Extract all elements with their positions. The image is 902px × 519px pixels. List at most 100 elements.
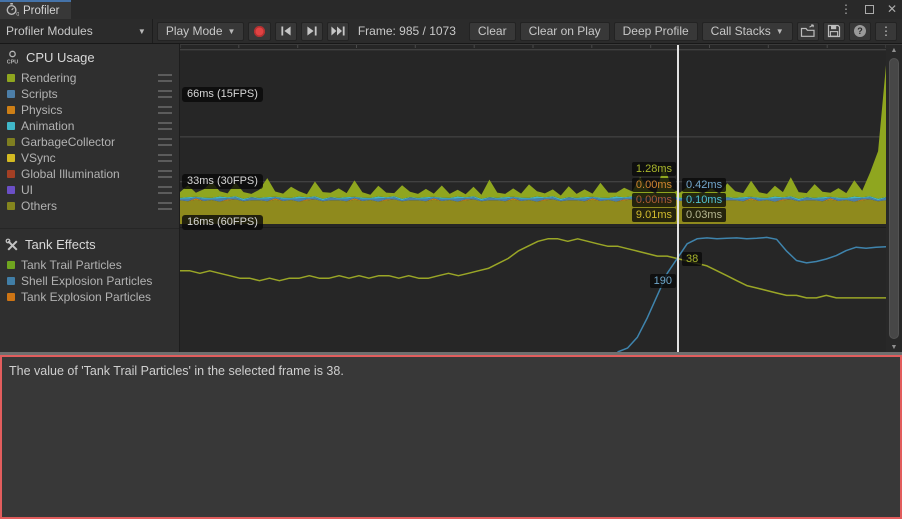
charts-scrollbar[interactable]: ▲ ▼	[886, 45, 902, 353]
legend-item-ui[interactable]: UI	[0, 182, 179, 198]
legend-color-swatch	[7, 170, 15, 178]
svg-text:?: ?	[857, 26, 863, 36]
record-button[interactable]	[248, 22, 270, 41]
drag-handle-icon[interactable]	[158, 90, 172, 98]
module-header-tank-effects: Tank Effects	[0, 231, 179, 257]
legend-color-swatch	[7, 261, 15, 269]
frame-counter: Frame: 985 / 1073	[349, 24, 465, 38]
drag-handle-icon[interactable]	[158, 154, 172, 162]
tooltip-shell-explosion-value: 190	[650, 274, 676, 288]
legend-item-label: Shell Explosion Particles	[21, 274, 152, 288]
tab-label: Profiler	[23, 5, 59, 17]
legend-item-garbagecollector[interactable]: GarbageCollector	[0, 134, 179, 150]
save-profile-button[interactable]	[823, 22, 845, 41]
previous-frame-button[interactable]	[275, 22, 297, 41]
legend-color-swatch	[7, 293, 15, 301]
tooltip-scripts-value: 0.42ms	[682, 178, 726, 192]
help-icon: ?	[853, 24, 867, 38]
current-frame-button[interactable]	[327, 22, 349, 41]
profiler-modules-label: Profiler Modules	[6, 24, 93, 38]
legend-color-swatch	[7, 277, 15, 285]
legend-item-shell-explosion-particles[interactable]: Shell Explosion Particles	[0, 273, 179, 289]
legend-item-label: VSync	[21, 151, 56, 165]
legend-item-animation[interactable]: Animation	[0, 118, 179, 134]
toolbar-menu-button[interactable]: ⋮	[875, 22, 897, 41]
drag-handle-icon[interactable]	[158, 138, 172, 146]
tank-effects-chart[interactable]	[180, 228, 886, 353]
legend-item-label: Tank Trail Particles	[21, 258, 122, 272]
legend-item-label: Tank Explosion Particles	[21, 290, 151, 304]
legend-color-swatch	[7, 202, 15, 210]
legend-item-scripts[interactable]: Scripts	[0, 86, 179, 102]
legend-item-label: Others	[21, 199, 57, 213]
legend-item-label: GarbageCollector	[21, 135, 115, 149]
legend-item-vsync[interactable]: VSync	[0, 150, 179, 166]
gridline-label-33ms: 33ms (30FPS)	[182, 174, 263, 189]
drag-handle-icon[interactable]	[158, 170, 172, 178]
help-button[interactable]: ?	[849, 22, 871, 41]
gridline-label-16ms: 16ms (60FPS)	[182, 215, 263, 230]
save-icon	[827, 24, 841, 38]
tooltip-vsync-value: 9.01ms	[632, 208, 676, 222]
cpu-icon: CPU	[5, 50, 20, 65]
legend-item-physics[interactable]: Physics	[0, 102, 179, 118]
tooltip-physics-value: 0.00ms	[632, 178, 676, 192]
drag-handle-icon[interactable]	[158, 74, 172, 82]
drag-handle-icon[interactable]	[158, 186, 172, 194]
module-header-cpu-usage: CPU CPU Usage	[0, 44, 179, 70]
call-stacks-dropdown[interactable]: Call Stacks ▼	[702, 22, 793, 41]
profiler-modules-dropdown[interactable]: Profiler Modules ▼	[0, 19, 153, 43]
play-mode-dropdown[interactable]: Play Mode ▼	[157, 22, 245, 41]
scroll-down-icon[interactable]: ▼	[886, 344, 902, 351]
details-panel: The value of 'Tank Trail Particles' in t…	[0, 355, 902, 519]
chevron-down-icon: ▼	[776, 27, 784, 36]
gridline-label-66ms: 66ms (15FPS)	[182, 87, 263, 102]
next-frame-icon	[305, 25, 319, 37]
profiler-toolbar: Profiler Modules ▼ Play Mode ▼ Frame: 98…	[0, 19, 902, 44]
next-frame-button[interactable]	[301, 22, 323, 41]
clear-on-play-toggle[interactable]: Clear on Play	[520, 22, 610, 41]
legend-color-swatch	[7, 186, 15, 194]
legend-item-rendering[interactable]: Rendering	[0, 70, 179, 86]
drag-handle-icon[interactable]	[158, 106, 172, 114]
tab-profiler[interactable]: q Profiler	[0, 0, 71, 19]
legend-color-swatch	[7, 90, 15, 98]
legend-item-global-illumination[interactable]: Global Illumination	[0, 166, 179, 182]
tooltip-rendering-value: 1.28ms	[632, 162, 676, 176]
selected-frame-line[interactable]	[677, 45, 679, 353]
legend-color-swatch	[7, 154, 15, 162]
profiler-stopwatch-icon: q	[5, 2, 19, 19]
window-menu-icon[interactable]: ⋮	[840, 0, 852, 19]
deep-profile-toggle[interactable]: Deep Profile	[614, 22, 698, 41]
drag-handle-icon[interactable]	[158, 122, 172, 130]
last-frame-icon	[330, 25, 346, 37]
drag-handle-icon[interactable]	[158, 202, 172, 210]
scroll-up-icon[interactable]: ▲	[886, 47, 902, 54]
legend-item-others[interactable]: Others	[0, 198, 179, 214]
record-icon	[254, 26, 265, 37]
legend-color-swatch	[7, 122, 15, 130]
maximize-icon[interactable]	[865, 5, 874, 14]
legend-item-tank-explosion-particles[interactable]: Tank Explosion Particles	[0, 289, 179, 305]
close-icon[interactable]: ✕	[887, 0, 897, 19]
chevron-down-icon: ▼	[228, 27, 236, 36]
profiler-modules-sidebar: CPU CPU Usage RenderingScriptsPhysicsAni…	[0, 44, 180, 352]
legend-item-label: Rendering	[21, 71, 76, 85]
legend-color-swatch	[7, 106, 15, 114]
legend-color-swatch	[7, 74, 15, 82]
previous-frame-icon	[279, 25, 293, 37]
legend-item-tank-trail-particles[interactable]: Tank Trail Particles	[0, 257, 179, 273]
svg-text:q: q	[16, 11, 19, 16]
window-tab-bar: q Profiler ⋮ ✕	[0, 0, 902, 19]
profiler-charts-area: 66ms (15FPS) 33ms (30FPS) 16ms (60FPS) 1…	[180, 44, 902, 352]
legend-color-swatch	[7, 138, 15, 146]
clear-button[interactable]: Clear	[469, 22, 516, 41]
legend-item-label: Global Illumination	[21, 167, 120, 181]
cpu-usage-chart[interactable]	[180, 45, 886, 227]
folder-open-icon	[800, 24, 816, 38]
load-profile-button[interactable]	[797, 22, 819, 41]
module-cpu-usage: CPU CPU Usage RenderingScriptsPhysicsAni…	[0, 44, 179, 214]
tooltip-others-value: 0.03ms	[682, 208, 726, 222]
scrollbar-thumb[interactable]	[889, 58, 899, 339]
chevron-down-icon: ▼	[138, 27, 146, 36]
